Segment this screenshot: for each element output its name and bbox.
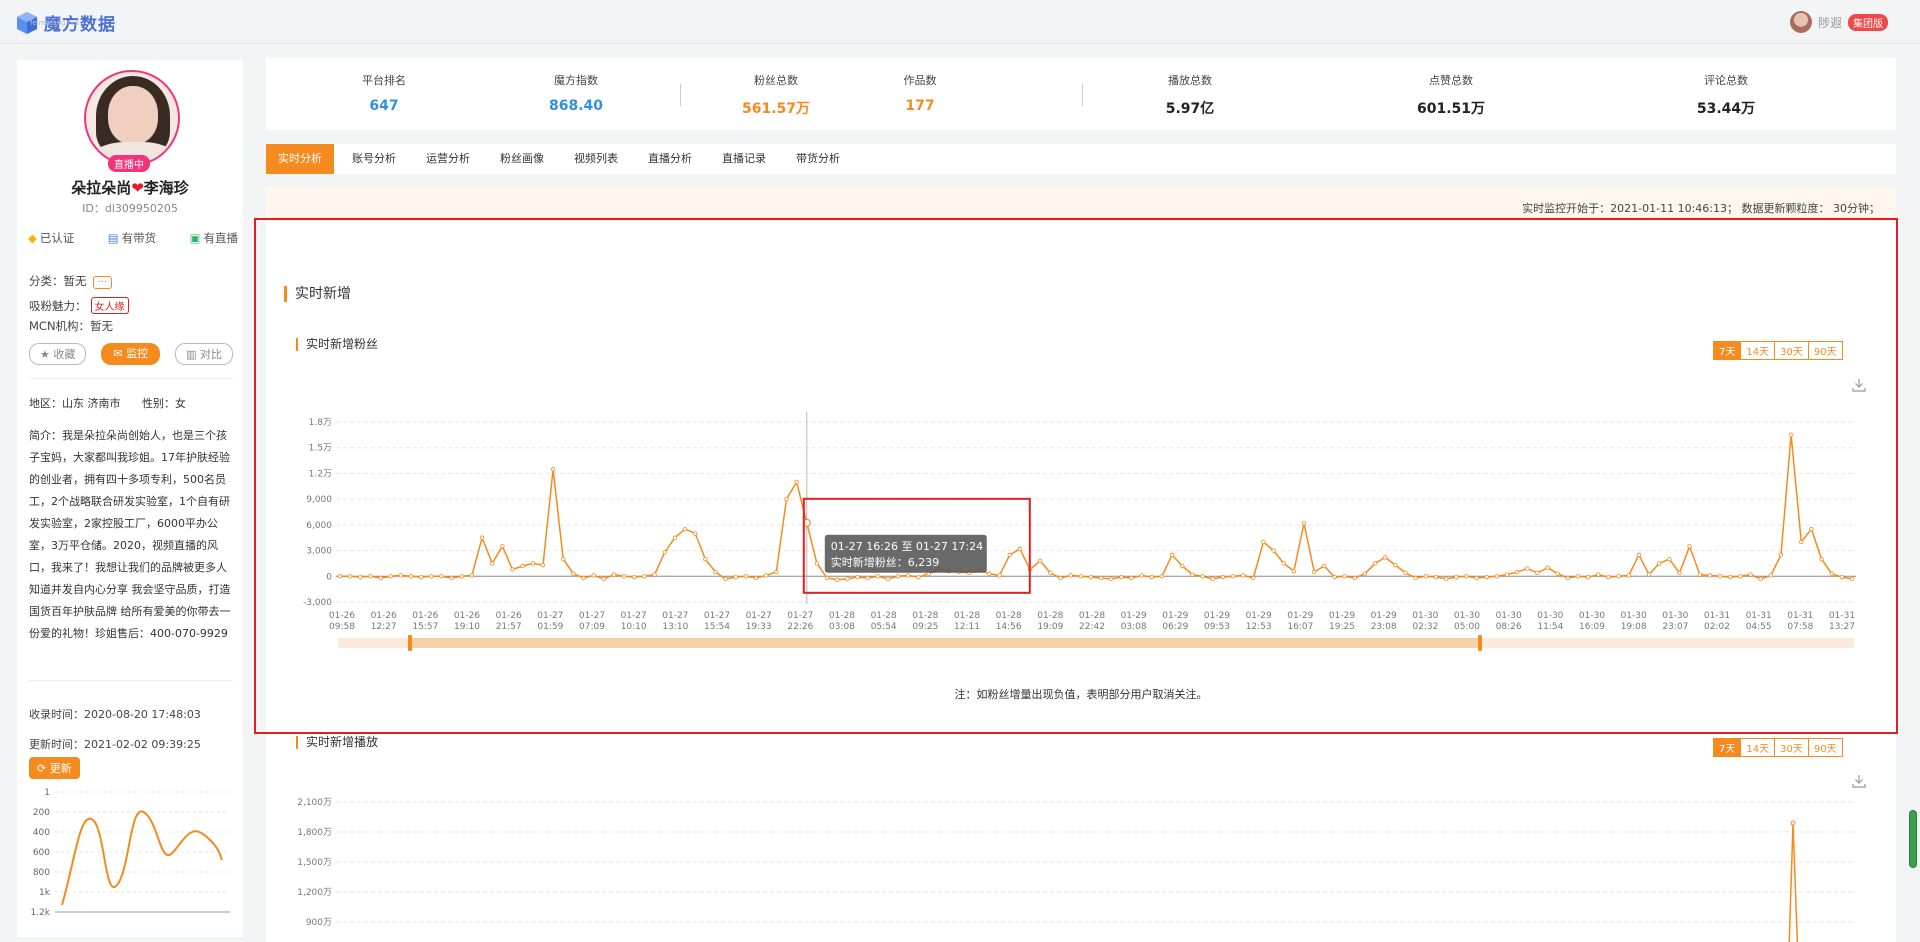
stat-works: 作品数 177 [903, 74, 937, 114]
y-tick-label: 2,100万 [297, 798, 332, 808]
analysis-tabs: 实时分析 账号分析 运营分析 粉丝画像 视频列表 直播分析 直播记录 带货分析 [266, 144, 1896, 174]
data-point [1790, 820, 1796, 826]
profile-sidebar: 直播中 朵拉朵尚❤李海珍 ID：dl309950205 ◆ 已认证 ▤ 有带货 ▣ 有… [17, 60, 243, 937]
verified-icon: ◆ [28, 231, 37, 245]
live-badge: 直播中 [108, 155, 150, 172]
rank-axis-tick: 1 [44, 788, 50, 798]
plan-badge: 集团版 [1848, 13, 1888, 31]
stat-comments: 评论总数 53.44万 [1696, 74, 1756, 117]
range-90d[interactable]: 90天 [1807, 738, 1843, 757]
monitor-notice: 实时监控开始于：2021-01-11 10:46:13； 数据更新颗粒度： 30… [266, 186, 1896, 222]
collected-time: 收录时间：2020-08-20 17:48:03 [29, 708, 201, 721]
plays-chart[interactable]: 2,100万1,800万1,500万1,200万900万600万 [266, 790, 1896, 942]
y-tick-label: 1,800万 [297, 828, 332, 838]
tab-realtime[interactable]: 实时分析 [266, 144, 334, 174]
stats-bar: 平台排名 647 魔方指数 868.40 粉丝总数 561.57万 作品数 177 播放… [266, 58, 1896, 130]
tab-live-analysis[interactable]: 直播分析 [636, 144, 704, 174]
tab-videos[interactable]: 视频列表 [562, 144, 630, 174]
tab-fans[interactable]: 粉丝画像 [488, 144, 556, 174]
updated-time: 更新时间：2021-02-02 09:39:25 [29, 738, 201, 751]
tab-live-records[interactable]: 直播记录 [710, 144, 778, 174]
download-icon[interactable] [1852, 774, 1866, 788]
rank-axis-tick: 200 [33, 808, 50, 818]
tab-commerce[interactable]: 带货分析 [784, 144, 852, 174]
plays-series-line [1788, 822, 1799, 942]
rank-axis-tick: 800 [33, 868, 50, 878]
profile-name: 朵拉朵尚❤李海珍 [71, 179, 189, 197]
compare-button[interactable]: ▥ 对比 [175, 343, 233, 365]
cart-icon: ▤ [107, 231, 119, 245]
scrollbar-thumb[interactable] [1909, 810, 1917, 868]
user-menu[interactable]: 陟遐 集团版 [1789, 11, 1888, 33]
user-name[interactable]: 陟遐 [1818, 14, 1842, 31]
rank-axis-tick: 1k [39, 888, 51, 898]
range-30d[interactable]: 30天 [1774, 738, 1809, 757]
selection-highlight [254, 218, 1898, 734]
verified-badge: ◆ 已认证 [28, 231, 75, 245]
rank-axis-tick: 600 [33, 848, 50, 858]
stat-plays: 播放总数 5.97亿 [1165, 74, 1215, 117]
plays-range-toggle: 7天 14天 30天 90天 [1713, 738, 1843, 757]
rank-axis-tick: 400 [33, 828, 50, 838]
profile-id: ID：dl309950205 [82, 202, 178, 215]
rank-trend-chart: 1 200 400 600 800 1k 1.2k [30, 788, 230, 918]
refresh-button[interactable]: ⟳ 更新 [29, 757, 80, 779]
profile-bio: 简介：我是朵拉朵尚创始人，也是三个孩子宝妈，大家都叫我珍姐。17年护肤经验的创业… [29, 429, 231, 640]
divider [680, 84, 681, 106]
divider [29, 680, 233, 681]
tab-operation[interactable]: 运营分析 [414, 144, 482, 174]
plays-chart-title: 实时新增播放 [296, 736, 378, 749]
range-14d[interactable]: 14天 [1740, 738, 1776, 757]
profile-actions: ★ 收藏 ✉ 监控 ▥ 对比 [29, 343, 233, 365]
brand-sub: feimofang.net [30, 19, 80, 27]
region-row: 地区：山东 济南市 性别：女 [29, 397, 186, 410]
divider [29, 378, 233, 379]
rank-axis-tick: 1.2k [30, 908, 50, 918]
charm-tag: 女人缘 [90, 297, 129, 314]
divider [1082, 84, 1083, 106]
range-7d[interactable]: 7天 [1713, 738, 1742, 757]
stat-index: 魔方指数 868.40 [548, 74, 604, 114]
profile-badges: ◆ 已认证 ▤ 有带货 ▣ 有直播 [28, 230, 238, 246]
stat-likes: 点赞总数 601.51万 [1416, 74, 1486, 117]
avatar[interactable] [84, 70, 180, 166]
y-tick-label: 900万 [306, 918, 332, 928]
category-row: 分类：暂无 ··· [29, 273, 113, 289]
heart-icon: ❤ [131, 179, 144, 197]
live-icon: ▣ [189, 231, 201, 245]
category-more-button[interactable]: ··· [92, 276, 113, 289]
top-bar: 魔方数据 feimofang.net 陟遐 集团版 [0, 0, 1920, 44]
y-tick-label: 1,500万 [297, 858, 332, 868]
monitor-button[interactable]: ✉ 监控 [101, 343, 161, 365]
collect-button[interactable]: ★ 收藏 [29, 343, 87, 365]
mcn-row: MCN机构：暂无 [29, 319, 114, 333]
charm-row: 吸粉魅力： 女人缘 [29, 297, 129, 314]
stat-platform-rank: 平台排名 647 [362, 74, 406, 114]
tab-account[interactable]: 账号分析 [340, 144, 408, 174]
stat-fans: 粉丝总数 561.57万 [741, 74, 811, 117]
y-tick-label: 1,200万 [297, 888, 332, 898]
user-avatar[interactable] [1789, 11, 1812, 33]
commerce-badge: ▤ 有带货 [107, 231, 157, 245]
live-stream-badge: ▣ 有直播 [189, 231, 238, 245]
